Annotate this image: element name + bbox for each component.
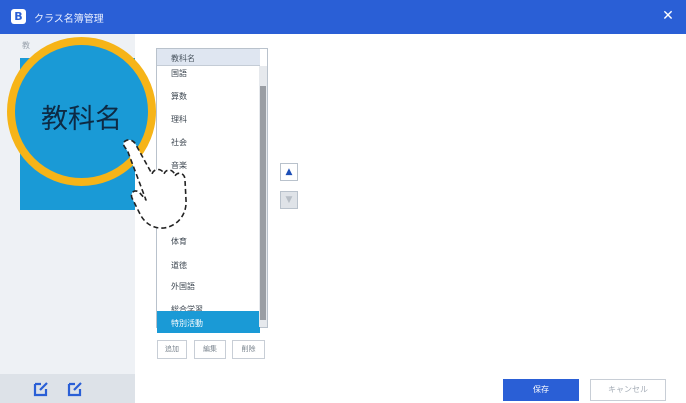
pointing-hand-icon bbox=[122, 139, 187, 229]
edit-icon[interactable] bbox=[66, 380, 84, 398]
sidebar-label: 教 bbox=[22, 41, 30, 50]
window-title: クラス名簿管理 bbox=[34, 14, 104, 25]
callout-text: 教科名 bbox=[41, 104, 122, 135]
edit-icon[interactable] bbox=[32, 380, 50, 398]
save-button[interactable]: 保存 bbox=[503, 379, 579, 401]
title-bar: B クラス名簿管理 ✕ bbox=[0, 0, 686, 34]
sidebar-footer bbox=[0, 374, 135, 403]
list-item[interactable]: 体育 bbox=[157, 229, 260, 251]
edit-button[interactable]: 編集 bbox=[194, 340, 226, 359]
list-item[interactable]: 理科 bbox=[157, 107, 260, 129]
scrollbar[interactable] bbox=[259, 66, 267, 327]
list-item[interactable]: 特別活動 bbox=[157, 311, 260, 333]
move-down-button[interactable]: ▼ bbox=[280, 191, 298, 209]
scroll-thumb[interactable] bbox=[260, 86, 266, 320]
delete-button[interactable]: 削除 bbox=[232, 340, 265, 359]
list-item[interactable]: 国語 bbox=[157, 61, 260, 83]
move-up-button[interactable]: ▲ bbox=[280, 163, 298, 181]
list-item[interactable]: 算数 bbox=[157, 84, 260, 106]
cancel-button[interactable]: キャンセル bbox=[590, 379, 666, 401]
close-button[interactable]: ✕ bbox=[660, 8, 676, 24]
add-button[interactable]: 追加 bbox=[157, 340, 187, 359]
dialog-window: B クラス名簿管理 ✕ 教 教科名 国語 算数 理科 社会 音楽 体育 道徳 外国語 総合学習特… bbox=[0, 0, 686, 403]
list-item[interactable]: 道徳 bbox=[157, 253, 260, 275]
app-icon: B bbox=[11, 9, 26, 24]
list-item[interactable]: 外国語 bbox=[157, 274, 260, 296]
